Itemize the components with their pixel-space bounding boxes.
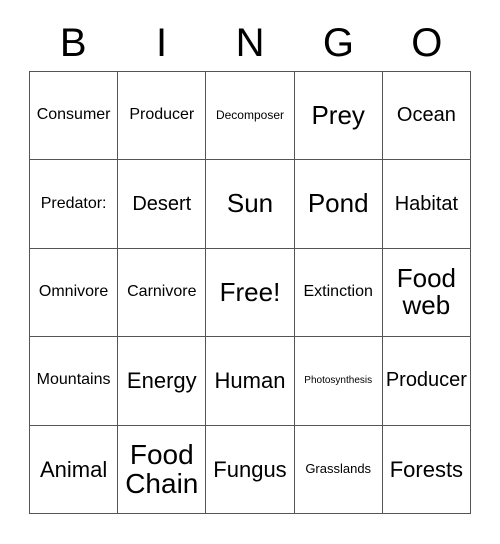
bingo-cell[interactable]: Sun bbox=[206, 160, 295, 249]
bingo-cell-label: Energy bbox=[126, 368, 197, 394]
bingo-cell-label: Habitat bbox=[394, 192, 459, 215]
bingo-cell[interactable]: Ocean bbox=[382, 72, 471, 161]
bingo-cell-label: Producer bbox=[129, 106, 195, 124]
bingo-cell[interactable]: Food Chain bbox=[118, 425, 207, 514]
bingo-cell-label: Photosynthesis bbox=[304, 374, 373, 386]
bingo-cell[interactable]: Habitat bbox=[382, 160, 471, 249]
bingo-cell-label: Sun bbox=[226, 188, 274, 219]
bingo-header-row: B I N G O bbox=[29, 14, 471, 71]
bingo-cell-label: Desert bbox=[132, 192, 192, 215]
bingo-cell-label: Food web bbox=[396, 262, 457, 321]
bingo-cell-label: Prey bbox=[311, 99, 365, 130]
bingo-cell[interactable]: Photosynthesis bbox=[294, 337, 383, 426]
bingo-card: B I N G O Consumer Producer Decomposer Prey… bbox=[0, 0, 500, 544]
bingo-cell-label: Fungus bbox=[213, 456, 287, 482]
bingo-cell[interactable]: Grasslands bbox=[294, 425, 383, 514]
bingo-cell[interactable]: Decomposer bbox=[206, 72, 295, 161]
bingo-header-letter-n: N bbox=[235, 20, 265, 65]
bingo-cell[interactable]: Fungus bbox=[206, 425, 295, 514]
bingo-cell-label: Free! bbox=[219, 276, 281, 307]
bingo-cell[interactable]: Predator: bbox=[30, 160, 119, 249]
bingo-cell-label: Predator: bbox=[40, 194, 107, 212]
bingo-cell[interactable]: Free! bbox=[206, 248, 295, 338]
bingo-cell-label: Carnivore bbox=[127, 283, 197, 301]
bingo-cell-label: Animal bbox=[39, 456, 108, 482]
bingo-cell[interactable]: Forests bbox=[382, 425, 471, 514]
bingo-cell-label: Consumer bbox=[36, 106, 111, 124]
bingo-cell[interactable]: Carnivore bbox=[118, 248, 207, 338]
bingo-cell[interactable]: Producer bbox=[118, 72, 207, 161]
bingo-cell[interactable]: Desert bbox=[118, 160, 207, 249]
bingo-cell-label: Pond bbox=[307, 188, 369, 219]
bingo-header-letter-g: G bbox=[322, 20, 354, 65]
bingo-header-letter-i: I bbox=[156, 20, 168, 65]
bingo-cell-label: Ocean bbox=[396, 104, 456, 127]
bingo-cell[interactable]: Pond bbox=[294, 160, 383, 249]
bingo-grid: Consumer Producer Decomposer Prey Ocean Preda… bbox=[29, 71, 471, 514]
bingo-cell-label: Decomposer bbox=[215, 108, 284, 123]
bingo-cell[interactable]: Prey bbox=[294, 72, 383, 161]
bingo-cell[interactable]: Human bbox=[206, 337, 295, 426]
bingo-header-letter-o: O bbox=[411, 20, 443, 65]
bingo-cell[interactable]: Food web bbox=[382, 248, 471, 338]
bingo-cell[interactable]: Energy bbox=[118, 337, 207, 426]
bingo-cell-label: Human bbox=[214, 368, 286, 394]
bingo-cell-label: Mountains bbox=[36, 371, 111, 389]
bingo-cell[interactable]: Extinction bbox=[294, 248, 383, 338]
bingo-cell-label: Extinction bbox=[303, 283, 373, 301]
bingo-cell[interactable]: Producer bbox=[382, 337, 471, 426]
bingo-cell-label: Producer bbox=[385, 369, 467, 392]
bingo-cell[interactable]: Mountains bbox=[30, 337, 119, 426]
bingo-cell-label: Food Chain bbox=[125, 438, 199, 500]
bingo-cell[interactable]: Animal bbox=[30, 425, 119, 514]
bingo-cell[interactable]: Omnivore bbox=[30, 248, 119, 338]
bingo-cell-label: Forests bbox=[389, 456, 464, 482]
bingo-cell[interactable]: Consumer bbox=[30, 72, 119, 161]
bingo-header-letter-b: B bbox=[59, 20, 87, 65]
bingo-cell-label: Grasslands bbox=[305, 461, 372, 477]
bingo-cell-label: Omnivore bbox=[38, 283, 109, 301]
